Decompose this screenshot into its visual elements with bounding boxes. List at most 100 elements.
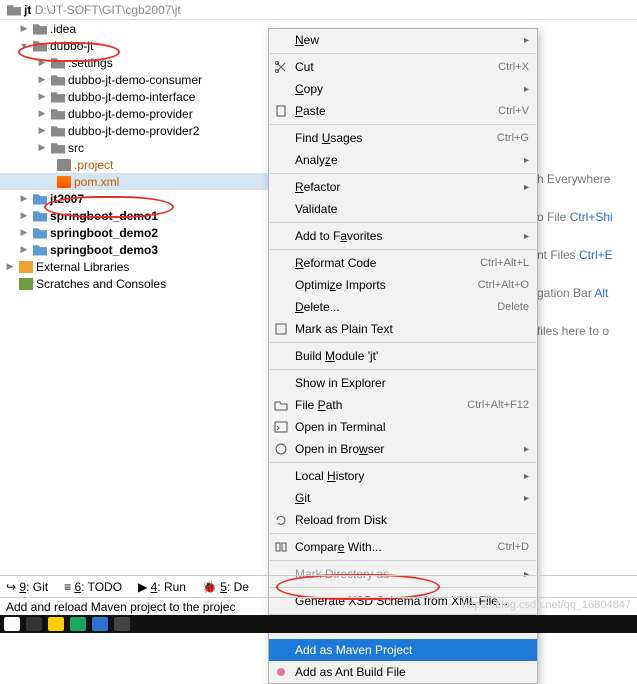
terminal-icon — [274, 420, 288, 434]
tool-window-bar[interactable]: ↪ 9: Git ≡ 6: TODO ▶ 4: Run 🐞 5: De — [0, 575, 637, 597]
folder-icon — [51, 108, 65, 120]
menu-copy[interactable]: Copy — [269, 78, 537, 100]
menu-compare[interactable]: Compare With...Ctrl+D — [269, 536, 537, 558]
tree-node-settings[interactable]: .settings — [0, 54, 268, 71]
windows-taskbar[interactable] — [0, 615, 637, 633]
folder-icon — [33, 23, 47, 35]
menu-reformat[interactable]: Reformat CodeCtrl+Alt+L — [269, 252, 537, 274]
chevron-right-icon[interactable] — [4, 261, 16, 272]
menu-open-browser[interactable]: Open in Browser — [269, 438, 537, 460]
menu-analyze[interactable]: Analyze — [269, 149, 537, 171]
menu-new[interactable]: New — [269, 29, 537, 51]
chevron-right-icon[interactable] — [18, 244, 30, 255]
xml-file-icon — [57, 176, 71, 188]
tree-node-dubbo-jt[interactable]: dubbo-jt — [0, 37, 268, 54]
background-hints: h Everywhere o File Ctrl+Shi nt Files Ct… — [537, 160, 637, 350]
tree-node-consumer[interactable]: dubbo-jt-demo-consumer — [0, 71, 268, 88]
menu-plain-text[interactable]: Mark as Plain Text — [269, 318, 537, 340]
watermark: https://blog.csdn.net/qq_16804847 — [462, 599, 631, 611]
toolwin-debug[interactable]: 🐞 5: De — [202, 580, 249, 594]
tree-node-jt2007[interactable]: jt2007 — [0, 190, 268, 207]
menu-separator — [270, 173, 536, 174]
menu-delete[interactable]: Delete...Delete — [269, 296, 537, 318]
menu-separator — [270, 342, 536, 343]
menu-find-usages[interactable]: Find UsagesCtrl+G — [269, 127, 537, 149]
menu-favorites[interactable]: Add to Favorites — [269, 225, 537, 247]
menu-open-terminal[interactable]: Open in Terminal — [269, 416, 537, 438]
tree-node-sb1[interactable]: springboot_demo1 — [0, 207, 268, 224]
folder-icon — [274, 398, 288, 412]
chevron-right-icon[interactable] — [36, 91, 48, 102]
module-icon — [33, 193, 47, 205]
refresh-icon — [274, 513, 288, 527]
taskbar-search-icon[interactable] — [26, 617, 42, 631]
menu-file-path[interactable]: File PathCtrl+Alt+F12 — [269, 394, 537, 416]
taskbar-app-icon[interactable] — [114, 617, 130, 631]
menu-separator — [270, 222, 536, 223]
menu-optimize-imports[interactable]: Optimize ImportsCtrl+Alt+O — [269, 274, 537, 296]
folder-icon — [33, 40, 47, 52]
chevron-right-icon[interactable] — [18, 227, 30, 238]
text-icon — [274, 322, 288, 336]
chevron-right-icon[interactable] — [36, 125, 48, 136]
project-path: D:\JT-SOFT\GIT\cgb2007\jt — [35, 3, 181, 17]
chevron-right-icon[interactable] — [36, 57, 48, 68]
tree-node-provider2[interactable]: dubbo-jt-demo-provider2 — [0, 122, 268, 139]
folder-icon — [51, 125, 65, 137]
tree-node-sb2[interactable]: springboot_demo2 — [0, 224, 268, 241]
tree-node-interface[interactable]: dubbo-jt-demo-interface — [0, 88, 268, 105]
diff-icon — [274, 540, 288, 554]
tree-node-src[interactable]: src — [0, 139, 268, 156]
taskbar-app-icon[interactable] — [48, 617, 64, 631]
menu-separator — [270, 369, 536, 370]
menu-git[interactable]: Git — [269, 487, 537, 509]
chevron-right-icon[interactable] — [36, 108, 48, 119]
menu-build-module[interactable]: Build Module 'jt' — [269, 345, 537, 367]
tree-node-scratches[interactable]: Scratches and Consoles — [0, 275, 268, 292]
tree-node-sb3[interactable]: springboot_demo3 — [0, 241, 268, 258]
toolwin-git[interactable]: ↪ 9: Git — [6, 580, 48, 594]
menu-validate[interactable]: Validate — [269, 198, 537, 220]
toolwin-todo[interactable]: ≡ 6: TODO — [64, 580, 122, 594]
tree-node-ext-libraries[interactable]: External Libraries — [0, 258, 268, 275]
menu-separator — [270, 560, 536, 561]
file-icon — [57, 159, 71, 171]
chevron-right-icon[interactable] — [18, 210, 30, 221]
tree-node-project-file[interactable]: .project — [0, 156, 268, 173]
menu-add-maven[interactable]: Add as Maven Project — [269, 639, 537, 661]
tree-node-provider[interactable]: dubbo-jt-demo-provider — [0, 105, 268, 122]
chevron-right-icon[interactable] — [36, 74, 48, 85]
globe-icon — [274, 442, 288, 456]
menu-separator — [270, 53, 536, 54]
chevron-right-icon[interactable] — [18, 23, 30, 34]
chevron-down-icon[interactable] — [18, 41, 30, 51]
menu-separator — [270, 462, 536, 463]
taskbar-app-icon[interactable] — [70, 617, 86, 631]
tree-node-idea[interactable]: .idea — [0, 20, 268, 37]
toolwin-run[interactable]: ▶ 4: Run — [138, 580, 186, 594]
ant-icon — [274, 665, 288, 679]
windows-start-icon[interactable] — [4, 617, 20, 631]
menu-show-explorer[interactable]: Show in Explorer — [269, 372, 537, 394]
menu-refactor[interactable]: Refactor — [269, 176, 537, 198]
menu-reload-disk[interactable]: Reload from Disk — [269, 509, 537, 531]
folder-icon — [51, 91, 65, 103]
folder-icon — [51, 74, 65, 86]
module-icon — [33, 227, 47, 239]
chevron-right-icon[interactable] — [36, 142, 48, 153]
header-bar: jt D:\JT-SOFT\GIT\cgb2007\jt — [0, 0, 637, 20]
chevron-right-icon[interactable] — [18, 193, 30, 204]
project-name: jt — [24, 3, 31, 17]
menu-add-ant[interactable]: Add as Ant Build File — [269, 661, 537, 683]
menu-local-history[interactable]: Local History — [269, 465, 537, 487]
project-tree[interactable]: .idea dubbo-jt .settings dubbo-jt-demo-c… — [0, 20, 268, 292]
tree-node-pom[interactable]: pom.xml — [0, 173, 268, 190]
taskbar-app-icon[interactable] — [92, 617, 108, 631]
scissors-icon — [274, 60, 288, 74]
menu-cut[interactable]: CutCtrl+X — [269, 56, 537, 78]
menu-paste[interactable]: PasteCtrl+V — [269, 100, 537, 122]
module-icon — [33, 210, 47, 222]
scratches-icon — [19, 278, 33, 290]
menu-separator — [270, 124, 536, 125]
module-icon — [33, 244, 47, 256]
